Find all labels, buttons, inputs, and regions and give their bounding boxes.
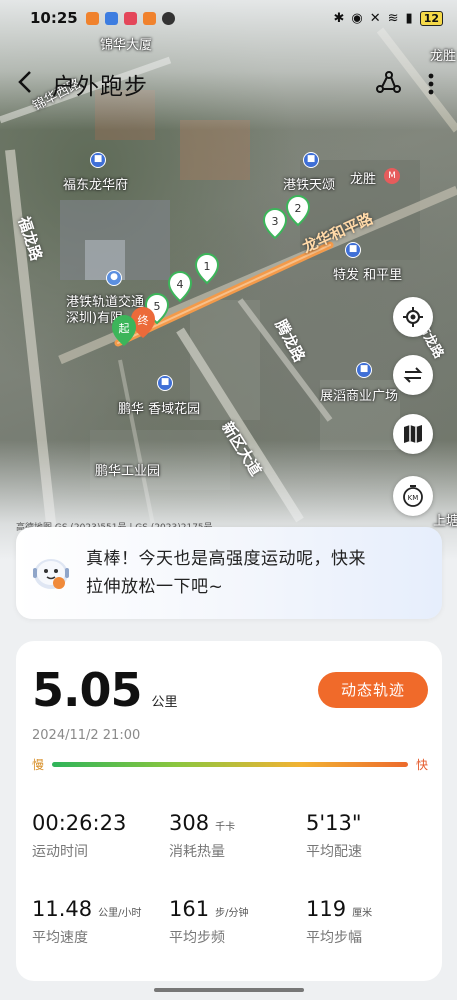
workout-summary-card: 5.05 公里 动态轨迹 2024/11/2 21:00 慢 快 00:26:2…	[16, 641, 442, 981]
app-notification-icon	[142, 11, 156, 25]
svg-text:起: 起	[119, 322, 130, 335]
app-notification-icon	[85, 11, 99, 25]
metric-value: 11.48	[32, 897, 93, 921]
map-layers-button[interactable]	[393, 414, 433, 454]
svg-text:终: 终	[138, 313, 149, 327]
svg-text:5: 5	[154, 300, 161, 313]
svg-text:3: 3	[272, 215, 279, 228]
route-share-icon	[376, 71, 401, 93]
marker-2: 2	[285, 195, 311, 227]
metric-unit: 千卡	[215, 822, 236, 833]
svg-text:KM: KM	[408, 494, 419, 502]
switch-icon	[403, 367, 423, 383]
km-icon: KM	[403, 485, 423, 507]
header: 户外跑步	[0, 62, 457, 106]
metric-pace: 5'13" 平均配速	[306, 811, 368, 861]
more-button[interactable]	[423, 72, 439, 96]
metric-value: 5'13"	[306, 811, 362, 835]
metric-cadence: 161 步/分钟 平均步频	[169, 897, 248, 947]
svg-text:4: 4	[177, 278, 184, 291]
metric-label: 平均速度	[32, 930, 88, 946]
map-view[interactable]: 龙华和平路 福龙路 腾龙路 新区大道 布龙路 锦华大厦 ■ 福东龙华府 ■ 港铁…	[0, 0, 457, 560]
distance-value: 5.05	[32, 663, 142, 717]
pace-fast-label: 快	[415, 758, 428, 772]
back-button[interactable]	[18, 68, 52, 101]
home-indicator[interactable]	[154, 988, 304, 992]
motivation-card: 真棒！今天也是高强度运动呢，快来 拉伸放松一下吧~	[16, 527, 442, 619]
page-title: 户外跑步	[52, 74, 148, 100]
app-notification-icon	[104, 11, 118, 25]
back-arrow-icon	[18, 70, 31, 93]
motivation-line: 拉伸放松一下吧~	[86, 577, 224, 597]
status-bar: 10:25 ✱ ◉ ✕ ≋ ▮ 12	[0, 0, 457, 36]
pace-gradient-bar	[52, 762, 408, 767]
marker-1: 1	[194, 253, 220, 285]
dynamic-track-button[interactable]: 动态轨迹	[318, 672, 428, 708]
music-notification-icon	[123, 11, 137, 25]
motivation-line: 真棒！今天也是高强度运动呢，快来	[86, 549, 366, 569]
metric-value: 308	[169, 811, 210, 835]
svg-text:1: 1	[204, 260, 211, 273]
route-share-button[interactable]	[375, 70, 401, 98]
more-vertical-icon	[428, 73, 434, 95]
metric-value: 119	[306, 897, 347, 921]
svg-text:2: 2	[295, 202, 302, 215]
metric-unit: 公里/小时	[98, 908, 142, 919]
motivation-text: 真棒！今天也是高强度运动呢，快来 拉伸放松一下吧~	[86, 545, 366, 601]
start-marker: 起	[112, 315, 136, 346]
marker-3: 3	[262, 208, 288, 240]
locate-icon	[403, 307, 423, 327]
signal-icon: ▮	[405, 10, 413, 26]
metric-label: 平均配速	[306, 844, 362, 860]
distance-row: 5.05 公里	[32, 663, 178, 717]
metric-label: 平均步幅	[306, 930, 362, 946]
map-layers-icon	[404, 425, 422, 443]
marker-4: 4	[167, 271, 193, 303]
metric-value: 161	[169, 897, 210, 921]
metric-duration: 00:26:23 运动时间	[32, 811, 132, 861]
mute-icon: ✕	[369, 10, 381, 26]
locate-button[interactable]	[393, 297, 433, 337]
app-notification-icon	[161, 11, 175, 25]
metric-label: 平均步频	[169, 930, 225, 946]
metric-calories: 308 千卡 消耗热量	[169, 811, 235, 861]
pace-slow-label: 慢	[32, 758, 45, 772]
metric-label: 消耗热量	[169, 844, 225, 860]
metric-unit: 步/分钟	[215, 908, 249, 919]
status-time: 10:25	[30, 9, 78, 27]
metric-unit: 厘米	[352, 908, 373, 919]
location-icon: ◉	[351, 10, 363, 26]
metric-stride: 119 厘米 平均步幅	[306, 897, 372, 947]
metric-value: 00:26:23	[32, 811, 127, 835]
mascot-icon	[33, 559, 69, 589]
distance-unit: 公里	[151, 695, 178, 710]
metric-speed: 11.48 公里/小时 平均速度	[32, 897, 142, 947]
wifi-icon: ≋	[387, 10, 399, 26]
pace-legend: 慢 快	[32, 756, 428, 773]
switch-direction-button[interactable]	[393, 355, 433, 395]
km-marker-button[interactable]: KM	[393, 476, 433, 516]
metric-label: 运动时间	[32, 844, 88, 860]
bluetooth-icon: ✱	[333, 10, 345, 26]
workout-datetime: 2024/11/2 21:00	[32, 728, 141, 743]
battery-indicator: 12	[419, 10, 443, 26]
